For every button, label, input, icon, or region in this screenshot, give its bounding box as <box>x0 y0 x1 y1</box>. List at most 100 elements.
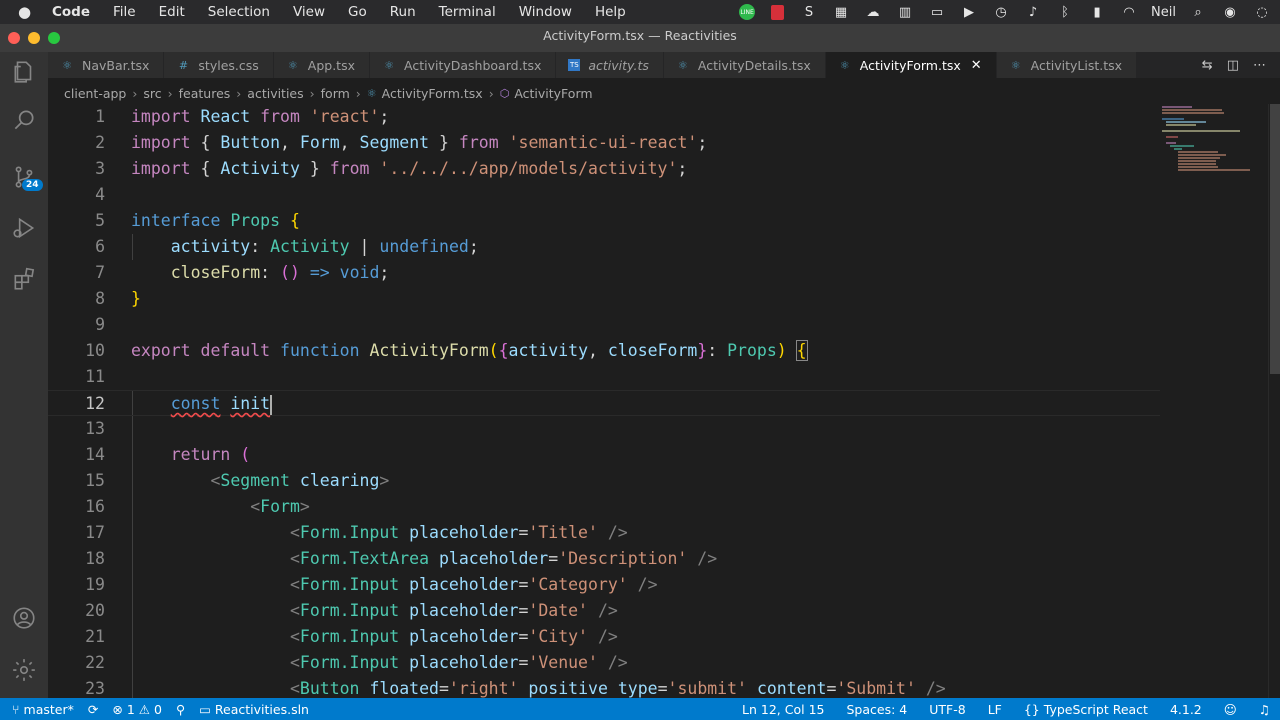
scrollbar-thumb[interactable] <box>1270 104 1280 374</box>
accounts-icon[interactable] <box>0 598 48 638</box>
close-window-button[interactable] <box>8 32 20 44</box>
menu-run[interactable]: Run <box>390 4 416 20</box>
play-icon[interactable]: ▶ <box>959 4 979 20</box>
bluetooth-icon[interactable]: ᛒ <box>1055 4 1075 20</box>
apple-icon[interactable]: ● <box>18 3 36 21</box>
user-name[interactable]: Neil <box>1151 5 1176 20</box>
sync-icon[interactable]: ⟳ <box>88 702 98 717</box>
code-line[interactable]: 14 return ( <box>48 442 1160 468</box>
code-line[interactable]: 6 activity: Activity | undefined; <box>48 234 1160 260</box>
code-line[interactable]: 3 import { Activity } from '../../../app/… <box>48 156 1160 182</box>
wifi-icon[interactable]: ◠ <box>1119 4 1139 20</box>
grid-app-icon[interactable]: ▥ <box>895 4 915 20</box>
menu-selection[interactable]: Selection <box>208 4 270 20</box>
menu-go[interactable]: Go <box>348 4 367 20</box>
menu-edit[interactable]: Edit <box>159 4 185 20</box>
explorer-icon[interactable] <box>0 52 48 92</box>
feedback-icon[interactable]: ☺ <box>1224 702 1237 717</box>
code-line[interactable]: 11 <box>48 364 1160 390</box>
close-tab-icon[interactable]: ✕ <box>971 58 982 73</box>
battery-icon[interactable]: ▮ <box>1087 4 1107 20</box>
code-line[interactable]: 7 closeForm: () => void; <box>48 260 1160 286</box>
language-mode[interactable]: {} TypeScript React <box>1024 702 1148 717</box>
code-line[interactable]: 2 import { Button, Form, Segment } from '… <box>48 130 1160 156</box>
code-line[interactable]: 16 <Form> <box>48 494 1160 520</box>
settings-gear-icon[interactable] <box>0 650 48 690</box>
minimap[interactable] <box>1160 104 1268 698</box>
line-app-icon[interactable]: LINE <box>739 4 756 20</box>
cloud-icon[interactable]: ☁ <box>863 4 883 20</box>
run-debug-icon[interactable] <box>0 208 48 248</box>
line-code: import { Activity } from '../../../app/m… <box>131 159 688 178</box>
extensions-icon[interactable] <box>0 259 48 299</box>
red-app-icon[interactable] <box>767 4 787 20</box>
encoding[interactable]: UTF-8 <box>929 702 965 717</box>
source-control-icon[interactable]: 24 <box>0 157 48 197</box>
menu-file[interactable]: File <box>113 4 136 20</box>
breadcrumb-item[interactable]: ActivityForm <box>514 86 592 101</box>
code-line[interactable]: 15 <Segment clearing> <box>48 468 1160 494</box>
indentation[interactable]: Spaces: 4 <box>846 702 907 717</box>
end-of-line[interactable]: LF <box>988 702 1002 717</box>
problems-indicator[interactable]: ⊗ 1 ⚠ 0 <box>112 702 162 717</box>
breadcrumb-item[interactable]: client-app <box>64 86 126 101</box>
search-icon[interactable] <box>0 100 48 140</box>
code-line-current[interactable]: 12 const init <box>48 390 1160 416</box>
code-line[interactable]: 19 <Form.Input placeholder='Category' /> <box>48 572 1160 598</box>
git-branch[interactable]: ⑂ master* <box>12 702 74 717</box>
code-line[interactable]: 10 export default function ActivityForm({… <box>48 338 1160 364</box>
notifications-bell-icon[interactable]: ♫ <box>1259 702 1270 717</box>
display-icon[interactable]: ▭ <box>927 4 947 20</box>
code-line[interactable]: 4 <box>48 182 1160 208</box>
cursor-position[interactable]: Ln 12, Col 15 <box>742 702 824 717</box>
siri-icon[interactable]: ◉ <box>1220 4 1240 20</box>
volume-icon[interactable]: ♪ <box>1023 4 1043 20</box>
breadcrumb-item[interactable]: form <box>321 86 350 101</box>
zoom-window-button[interactable] <box>48 32 60 44</box>
time-machine-icon[interactable]: ◷ <box>991 4 1011 20</box>
spotlight-search-icon[interactable]: ⌕ <box>1188 4 1208 20</box>
split-editor-icon[interactable]: ◫ <box>1227 58 1239 73</box>
live-share-icon[interactable]: ⚲ <box>176 702 185 717</box>
menu-terminal[interactable]: Terminal <box>439 4 496 20</box>
menu-view[interactable]: View <box>293 4 325 20</box>
code-line[interactable]: 23 <Button floated='right' positive type… <box>48 676 1160 698</box>
breadcrumb-item[interactable]: features <box>179 86 231 101</box>
menu-help[interactable]: Help <box>595 4 626 20</box>
code-line[interactable]: 9 <box>48 312 1160 338</box>
minimize-window-button[interactable] <box>28 32 40 44</box>
tab-activity-details[interactable]: ⚛ ActivityDetails.tsx <box>663 52 826 78</box>
code-line[interactable]: 5 interface Props { <box>48 208 1160 234</box>
more-actions-icon[interactable]: ⋯ <box>1253 58 1266 73</box>
code-line[interactable]: 8} <box>48 286 1160 312</box>
tab-activity-ts[interactable]: TS activity.ts <box>556 52 664 78</box>
chevron-right-icon: › <box>167 85 173 101</box>
s-app-icon[interactable]: S <box>799 4 819 20</box>
compare-icon[interactable]: ⇆ <box>1202 58 1213 73</box>
tab-activity-form[interactable]: ⚛ ActivityForm.tsx ✕ <box>825 52 997 78</box>
vertical-scrollbar[interactable] <box>1268 104 1280 698</box>
menu-window[interactable]: Window <box>519 4 572 20</box>
code-line[interactable]: 21 <Form.Input placeholder='City' /> <box>48 624 1160 650</box>
code-line[interactable]: 13 <box>48 416 1160 442</box>
menu-code[interactable]: Code <box>52 4 90 20</box>
code-line[interactable]: 1 import React from 'react'; <box>48 104 1160 130</box>
tab-app[interactable]: ⚛ App.tsx <box>273 52 370 78</box>
control-center-icon[interactable]: ◌ <box>1252 4 1272 20</box>
docker-icon[interactable]: ▦ <box>831 4 851 20</box>
code-line[interactable]: 20 <Form.Input placeholder='Date' /> <box>48 598 1160 624</box>
code-editor[interactable]: 1 import React from 'react'; 2 import { Bu… <box>48 104 1160 698</box>
code-line[interactable]: 17 <Form.Input placeholder='Title' /> <box>48 520 1160 546</box>
tab-activity-list[interactable]: ⚛ ActivityList.tsx <box>996 52 1138 78</box>
breadcrumb-item[interactable]: activities <box>247 86 303 101</box>
tab-activity-dashboard[interactable]: ⚛ ActivityDashboard.tsx <box>370 52 557 78</box>
code-line[interactable]: 22 <Form.Input placeholder='Venue' /> <box>48 650 1160 676</box>
code-line[interactable]: 18 <Form.TextArea placeholder='Descripti… <box>48 546 1160 572</box>
line-code: return ( <box>170 445 251 464</box>
ts-version[interactable]: 4.1.2 <box>1170 702 1202 717</box>
tab-navbar[interactable]: ⚛ NavBar.tsx <box>48 52 165 78</box>
solution-indicator[interactable]: ▭ Reactivities.sln <box>199 702 309 717</box>
breadcrumb-item[interactable]: ActivityForm.tsx <box>382 86 483 101</box>
tab-styles[interactable]: # styles.css <box>164 52 274 78</box>
breadcrumb-item[interactable]: src <box>143 86 161 101</box>
